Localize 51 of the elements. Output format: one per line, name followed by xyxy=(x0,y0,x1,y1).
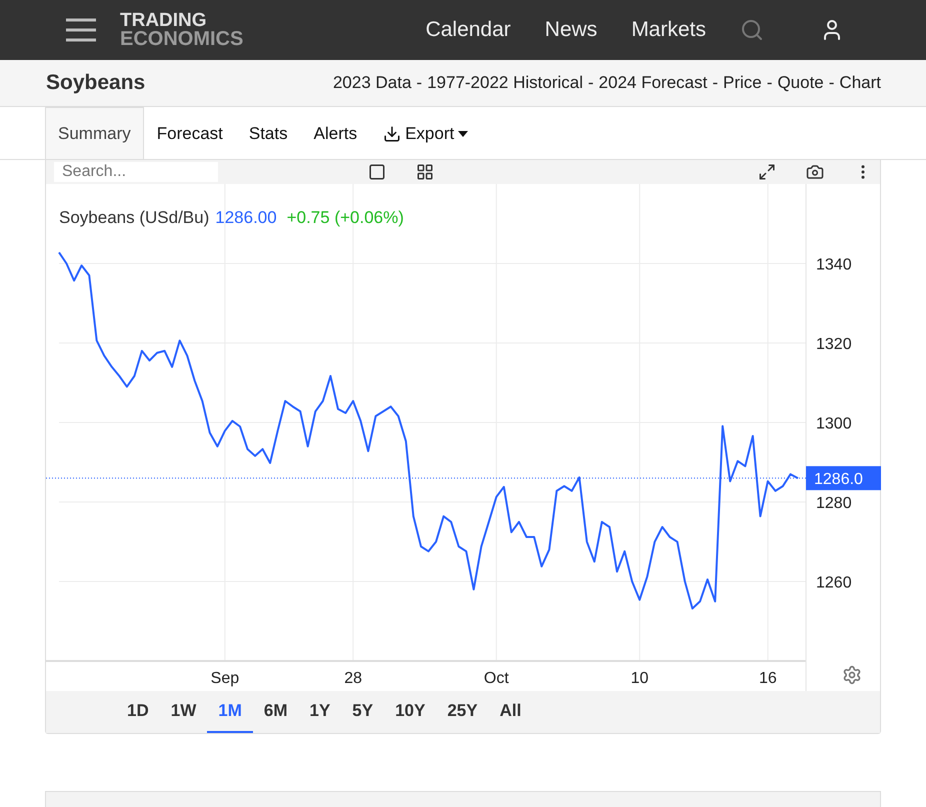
separator: - xyxy=(712,73,718,93)
axis-label: Oct xyxy=(484,670,509,687)
expand-icon[interactable] xyxy=(758,163,776,181)
nav-link[interactable]: Markets xyxy=(631,18,706,42)
header-link[interactable]: Chart xyxy=(839,73,881,93)
range-button[interactable]: 1W xyxy=(160,691,208,733)
axis-label: 1300 xyxy=(816,416,852,432)
search-field[interactable]: Search... xyxy=(54,162,218,182)
legend-name: Soybeans (USd/Bu) xyxy=(59,208,210,228)
header-link[interactable]: 2024 Forecast xyxy=(598,73,708,93)
range-button[interactable]: 1D xyxy=(116,691,160,733)
axis-label: 28 xyxy=(344,670,362,687)
range-button[interactable]: All xyxy=(488,691,532,733)
range-button[interactable]: 10Y xyxy=(384,691,436,733)
settings-icon[interactable] xyxy=(842,665,862,685)
legend-change: +0.75 (+0.06%) xyxy=(286,208,404,228)
search-icon[interactable] xyxy=(740,18,764,42)
axis-label: 1320 xyxy=(816,336,852,353)
logo-text[interactable]: TRADING xyxy=(120,12,244,30)
separator: - xyxy=(588,73,594,93)
axis-label: 16 xyxy=(758,670,777,687)
range-button[interactable]: 25Y xyxy=(436,691,489,733)
range-button[interactable]: 1M xyxy=(207,691,253,733)
header-link[interactable]: Quote xyxy=(777,73,824,93)
axis-label: 1260 xyxy=(816,574,852,592)
logo-text[interactable]: ECONOMICS xyxy=(120,30,244,48)
range-button[interactable]: 6M xyxy=(252,691,298,733)
separator: - xyxy=(766,73,772,93)
axis-label: 10 xyxy=(630,670,649,687)
page-title: Soybeans xyxy=(46,71,146,95)
range-button[interactable]: 1Y xyxy=(298,691,342,733)
legend-price: 1286.00 xyxy=(215,208,277,228)
header-link[interactable]: Price xyxy=(723,73,762,93)
header-link[interactable]: 1977-2022 Historical xyxy=(427,73,583,93)
square-icon[interactable] xyxy=(368,163,386,181)
header-link[interactable]: 2023 Data xyxy=(332,73,412,93)
axis-label: Sep xyxy=(210,670,240,687)
download-icon xyxy=(383,124,402,142)
tab[interactable]: Summary xyxy=(45,107,144,159)
grid-icon[interactable] xyxy=(416,163,434,181)
camera-icon[interactable] xyxy=(806,163,824,181)
separator: - xyxy=(828,73,834,93)
menu-icon[interactable] xyxy=(66,17,96,43)
separator: - xyxy=(416,73,422,93)
axis-label: 1280 xyxy=(816,495,852,512)
axis-label: 1340 xyxy=(816,256,852,274)
caret-icon xyxy=(458,130,468,136)
price-tag: 1286.0 xyxy=(806,466,881,490)
nav-link[interactable]: Calendar xyxy=(426,18,511,42)
range-button[interactable]: 5Y xyxy=(341,691,384,733)
nav-link[interactable]: News xyxy=(544,18,598,42)
